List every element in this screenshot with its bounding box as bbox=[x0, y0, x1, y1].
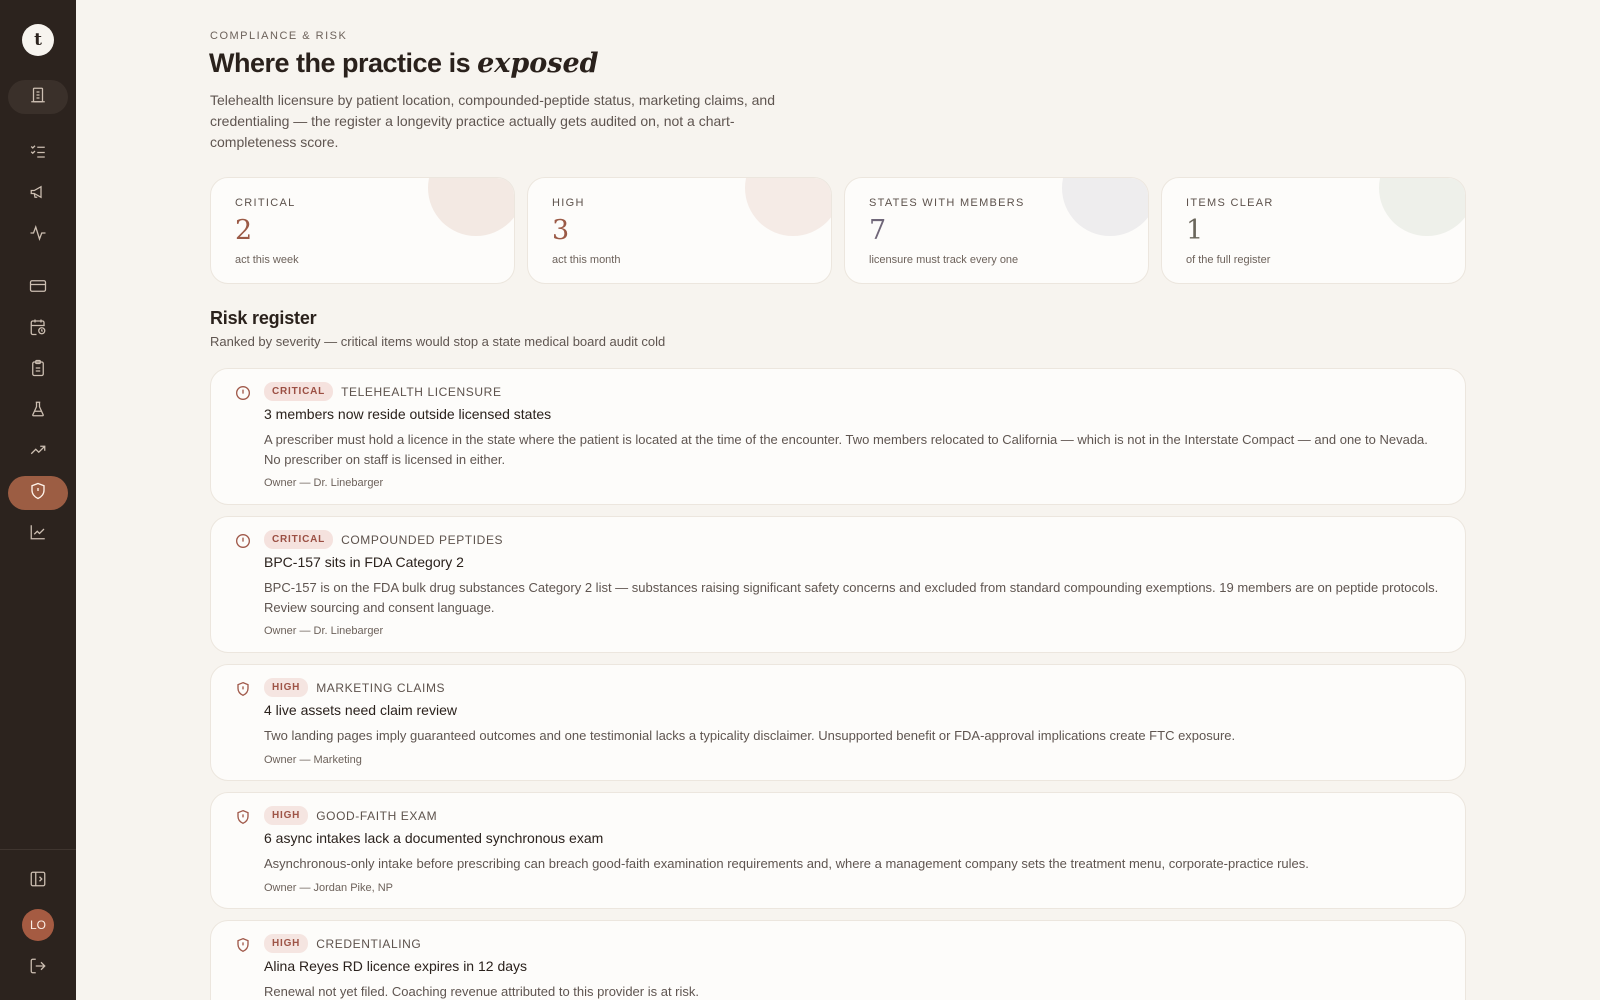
risk-description: BPC-157 is on the FDA bulk drug substanc… bbox=[264, 580, 1439, 615]
risk-meta: CRITICAL COMPOUNDED PEPTIDES bbox=[264, 530, 503, 549]
title-prefix: Where the practice is bbox=[209, 48, 478, 78]
line-chart-icon bbox=[29, 523, 47, 546]
severity-badge: CRITICAL bbox=[264, 382, 334, 401]
sidebar-divider bbox=[0, 849, 76, 850]
nav-labs[interactable] bbox=[8, 394, 68, 428]
alert-circle-icon bbox=[235, 533, 251, 549]
section-subtitle: Ranked by severity — critical items woul… bbox=[210, 334, 666, 349]
risk-title: 4 live assets need claim review bbox=[264, 702, 457, 718]
stat-label: HIGH bbox=[552, 197, 585, 209]
clipboard-icon bbox=[29, 359, 47, 382]
shield-alert-icon bbox=[29, 482, 47, 505]
page-title: Where the practice is exposed bbox=[209, 48, 599, 79]
severity-badge: HIGH bbox=[264, 678, 309, 697]
nav-home[interactable] bbox=[8, 80, 68, 114]
calendar-clock-icon bbox=[29, 318, 47, 341]
stat-caption: licensure must track every one bbox=[869, 254, 1019, 266]
nav-marketing[interactable] bbox=[8, 177, 68, 211]
risk-meta: HIGH GOOD-FAITH EXAM bbox=[264, 806, 437, 825]
risk-item[interactable]: HIGH MARKETING CLAIMS 4 live assets need… bbox=[210, 664, 1466, 781]
trending-up-icon bbox=[29, 441, 47, 464]
nav-vitals[interactable] bbox=[8, 218, 68, 252]
nav-growth[interactable] bbox=[8, 435, 68, 469]
risk-title: BPC-157 sits in FDA Category 2 bbox=[264, 554, 464, 570]
risk-description: Renewal not yet filed. Coaching revenue … bbox=[264, 984, 700, 999]
risk-description: Asynchronous-only intake before prescrib… bbox=[264, 856, 1309, 871]
severity-badge: HIGH bbox=[264, 806, 309, 825]
credit-card-icon bbox=[29, 277, 47, 300]
nav-analytics[interactable] bbox=[8, 517, 68, 551]
stat-label: CRITICAL bbox=[235, 197, 296, 209]
stat-card-states: STATES WITH MEMBERS 7 licensure must tra… bbox=[844, 177, 1149, 284]
megaphone-icon bbox=[29, 183, 47, 206]
risk-owner: Owner — Jordan Pike, NP bbox=[264, 882, 393, 894]
building-icon bbox=[29, 86, 47, 109]
stat-value: 7 bbox=[869, 215, 887, 246]
page-intro: Telehealth licensure by patient location… bbox=[210, 92, 775, 150]
risk-description: A prescriber must hold a licence in the … bbox=[264, 432, 1428, 467]
alert-circle-icon bbox=[235, 385, 251, 401]
nav-billing[interactable] bbox=[8, 271, 68, 305]
collapse-sidebar-button[interactable] bbox=[8, 864, 68, 898]
risk-owner: Owner — Dr. Linebarger bbox=[264, 477, 384, 489]
risk-item[interactable]: CRITICAL TELEHEALTH LICENSURE 3 members … bbox=[210, 368, 1466, 505]
risk-owner: Owner — Dr. Linebarger bbox=[264, 625, 384, 637]
risk-category: COMPOUNDED PEPTIDES bbox=[341, 532, 504, 547]
risk-title: 6 async intakes lack a documented synchr… bbox=[264, 830, 604, 846]
stat-card-critical: CRITICAL 2 act this week bbox=[210, 177, 515, 284]
shield-alert-icon bbox=[235, 809, 251, 825]
risk-owner: Owner — Marketing bbox=[264, 754, 362, 766]
risk-category: MARKETING CLAIMS bbox=[316, 680, 446, 695]
risk-meta: HIGH MARKETING CLAIMS bbox=[264, 678, 445, 697]
risk-description: Two landing pages imply guaranteed outco… bbox=[264, 728, 1236, 743]
risk-item[interactable]: HIGH CREDENTIALING Alina Reyes RD licenc… bbox=[210, 920, 1466, 1000]
nav-tasks[interactable] bbox=[8, 136, 68, 170]
stat-caption: act this week bbox=[235, 254, 299, 266]
risk-category: TELEHEALTH LICENSURE bbox=[341, 384, 502, 399]
stat-caption: act this month bbox=[552, 254, 621, 266]
checklist-icon bbox=[29, 142, 47, 165]
pulse-icon bbox=[29, 224, 47, 247]
stat-caption: of the full register bbox=[1186, 254, 1271, 266]
stat-value: 1 bbox=[1186, 215, 1204, 246]
severity-badge: CRITICAL bbox=[264, 530, 334, 549]
card-decoration bbox=[1062, 178, 1148, 236]
nav-protocols[interactable] bbox=[8, 353, 68, 387]
card-decoration bbox=[428, 178, 514, 236]
stat-label: STATES WITH MEMBERS bbox=[869, 197, 1025, 209]
stat-value: 2 bbox=[235, 215, 253, 246]
shield-alert-icon bbox=[235, 937, 251, 953]
logout-button[interactable] bbox=[8, 951, 68, 985]
stat-card-high: HIGH 3 act this month bbox=[527, 177, 832, 284]
risk-meta: HIGH CREDENTIALING bbox=[264, 934, 421, 953]
risk-title: Alina Reyes RD licence expires in 12 day… bbox=[264, 958, 528, 974]
risk-category: CREDENTIALING bbox=[316, 936, 422, 951]
risk-meta: CRITICAL TELEHEALTH LICENSURE bbox=[264, 382, 502, 401]
app-logo[interactable]: t bbox=[22, 24, 54, 56]
shield-alert-icon bbox=[235, 681, 251, 697]
stat-value: 3 bbox=[552, 215, 570, 246]
panel-left-icon bbox=[29, 870, 47, 893]
risk-item[interactable]: HIGH GOOD-FAITH EXAM 6 async intakes lac… bbox=[210, 792, 1466, 909]
nav-schedule[interactable] bbox=[8, 312, 68, 346]
log-out-icon bbox=[29, 957, 47, 980]
section-title: Risk register bbox=[210, 308, 317, 328]
flask-icon bbox=[29, 400, 47, 423]
sidebar: t LO bbox=[0, 0, 76, 1000]
risk-category: GOOD-FAITH EXAM bbox=[316, 808, 438, 823]
page-eyebrow: COMPLIANCE & RISK bbox=[210, 30, 348, 42]
title-emphasis: exposed bbox=[477, 48, 599, 79]
card-decoration bbox=[1379, 178, 1465, 236]
user-avatar[interactable]: LO bbox=[22, 909, 54, 941]
stat-card-clear: ITEMS CLEAR 1 of the full register bbox=[1161, 177, 1466, 284]
card-decoration bbox=[745, 178, 831, 236]
stat-label: ITEMS CLEAR bbox=[1186, 197, 1274, 209]
nav-compliance[interactable] bbox=[8, 476, 68, 510]
severity-badge: HIGH bbox=[264, 934, 309, 953]
risk-item[interactable]: CRITICAL COMPOUNDED PEPTIDES BPC-157 sit… bbox=[210, 516, 1466, 653]
risk-title: 3 members now reside outside licensed st… bbox=[264, 406, 552, 422]
